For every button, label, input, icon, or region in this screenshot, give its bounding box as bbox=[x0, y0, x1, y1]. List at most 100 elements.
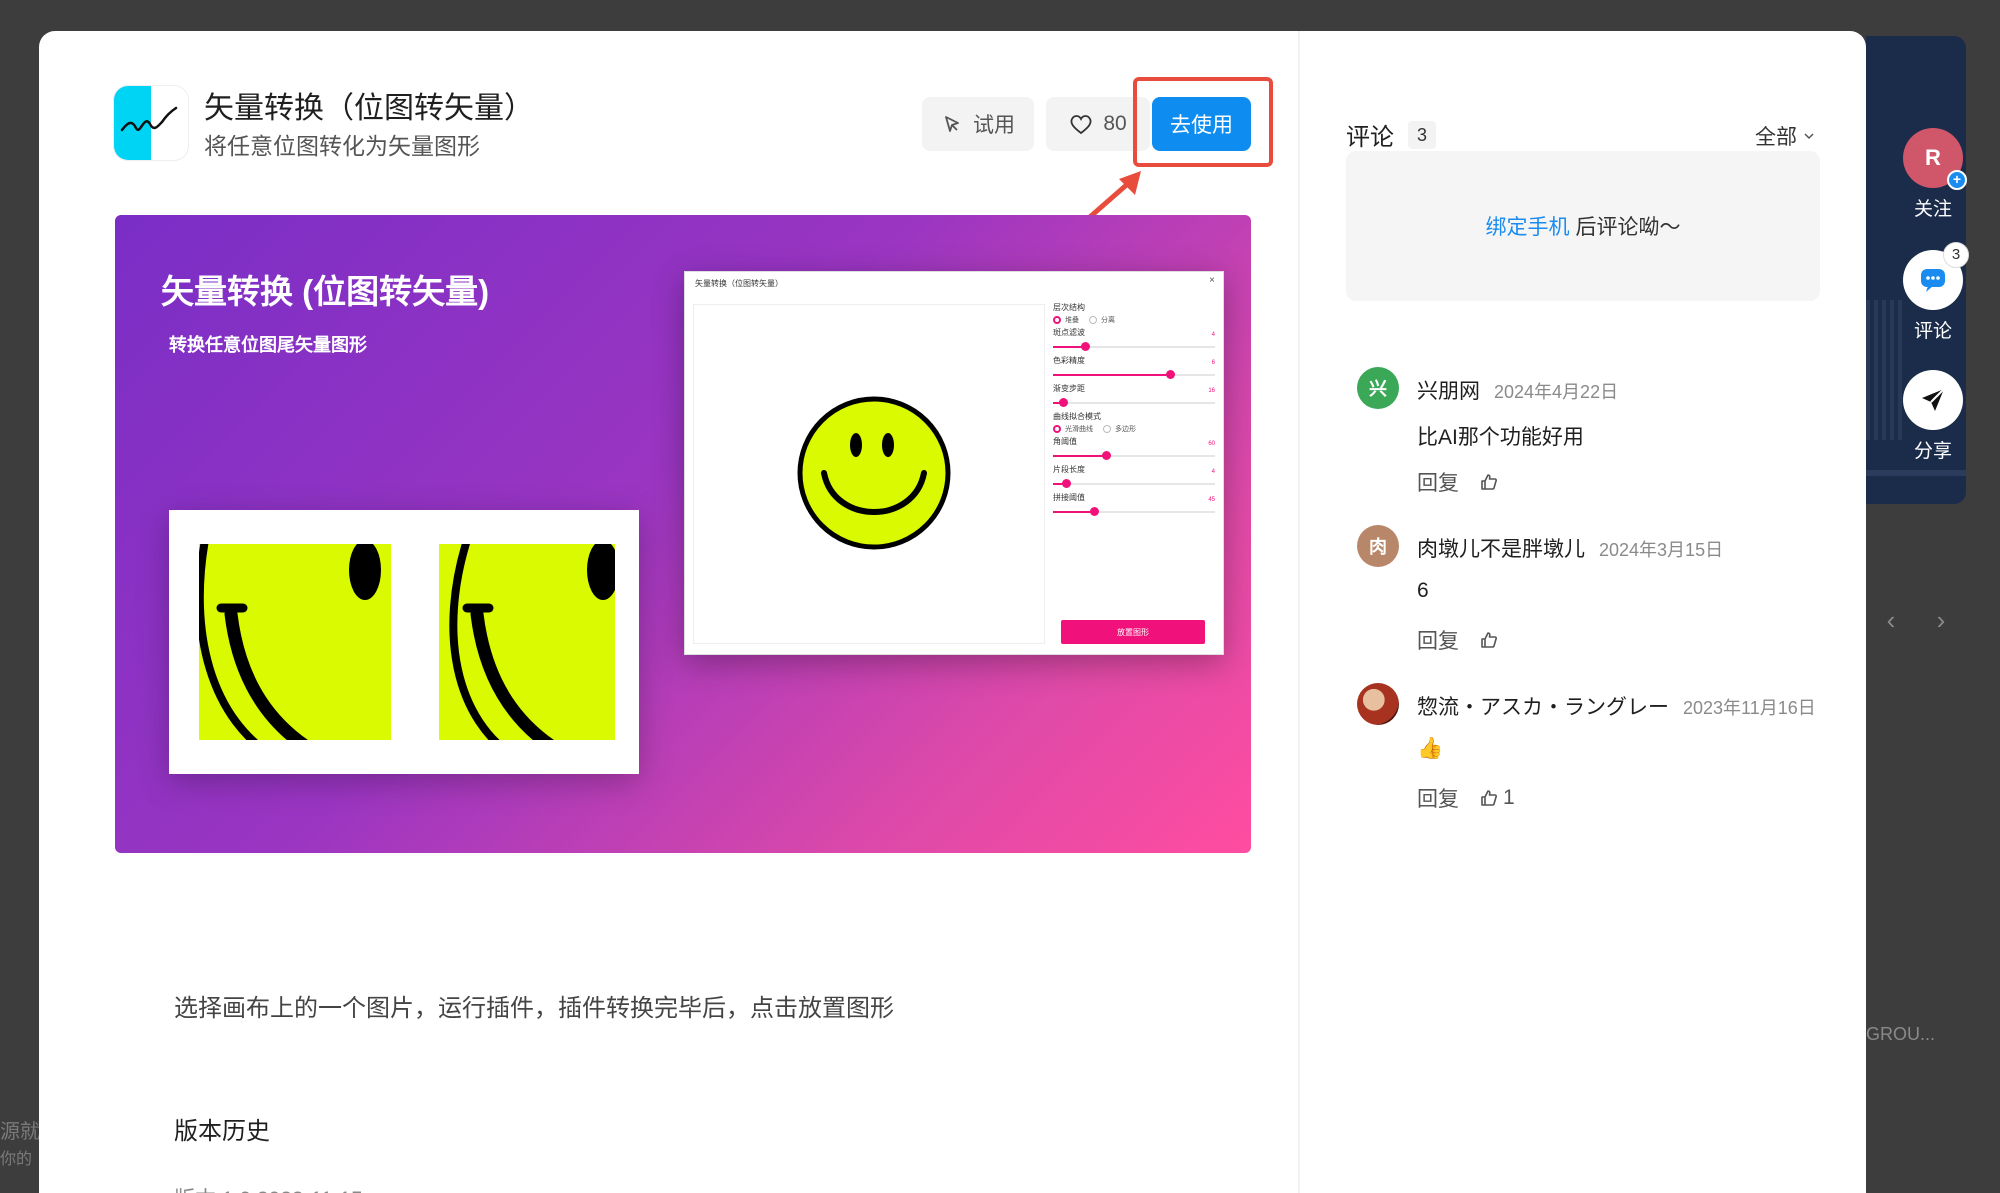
slider-value: 4 bbox=[1211, 332, 1215, 338]
chevron-right-icon: › bbox=[1936, 604, 1946, 635]
comment-actions: 回复 bbox=[1417, 625, 1503, 655]
comments-filter-dropdown[interactable]: 全部 bbox=[1755, 121, 1815, 151]
slider-label: 色彩精度 bbox=[1053, 356, 1085, 365]
banner-subtitle: 转换任意位图尾矢量图形 bbox=[169, 335, 367, 355]
reply-button[interactable]: 回复 bbox=[1417, 783, 1459, 813]
slider: 4 bbox=[1053, 332, 1215, 355]
slider-value: 45 bbox=[1208, 497, 1215, 503]
banner-title: 矢量转换 (位图转矢量) bbox=[161, 273, 490, 310]
comment-label: 评论 bbox=[1913, 321, 1952, 342]
radio-dot-icon bbox=[1089, 316, 1097, 324]
radio-dot-icon bbox=[1053, 316, 1061, 324]
chevron-left-icon: ‹ bbox=[1886, 604, 1896, 635]
annotation-highlight-box bbox=[1133, 77, 1273, 167]
radio-dot-icon bbox=[1103, 425, 1111, 433]
comments-header: 评论 3 bbox=[1346, 117, 1436, 152]
follow-author[interactable]: R + 关注 bbox=[1903, 128, 1967, 221]
share-button[interactable]: 分享 bbox=[1903, 370, 1963, 463]
column-divider bbox=[1298, 31, 1300, 1193]
cursor-click-icon bbox=[945, 116, 959, 132]
slider-knob bbox=[1102, 451, 1112, 460]
comment-count-badge: 3 bbox=[1943, 242, 1969, 268]
slider-value: 6 bbox=[1211, 360, 1215, 366]
background-card-title: GROU... bbox=[1866, 1024, 1936, 1044]
slider: 6 bbox=[1053, 360, 1215, 383]
slider-knob bbox=[1165, 370, 1175, 379]
reply-button[interactable]: 回复 bbox=[1417, 467, 1459, 497]
slider-value: 60 bbox=[1208, 441, 1215, 447]
radio-option: 多边形 bbox=[1103, 424, 1136, 434]
like-count: 80 bbox=[1103, 112, 1127, 135]
plugin-window-screenshot: 矢量转换（位图转矢量） × 层次结构 堆叠 分离 斑点滤波 4 色彩精度 6 渐变步距 16 曲线… bbox=[684, 271, 1224, 655]
comment-actions: 回复 1 bbox=[1417, 783, 1515, 813]
slider-label: 拼接阈值 bbox=[1053, 493, 1085, 502]
plus-icon: + bbox=[1947, 170, 1967, 190]
like-count: 1 bbox=[1503, 786, 1515, 809]
follow-label: 关注 bbox=[1913, 199, 1952, 220]
version-history-item: 版本 1.0 2023-11-15 bbox=[174, 1183, 363, 1193]
control-label: 曲线拟合模式 bbox=[1053, 412, 1101, 421]
avatar[interactable]: 肉 bbox=[1357, 525, 1399, 567]
background-carousel-arrows: ‹ › bbox=[1866, 600, 1966, 640]
slider-knob bbox=[1081, 342, 1091, 351]
radio-option: 光滑曲线 bbox=[1053, 424, 1093, 434]
slider-label: 角阈值 bbox=[1053, 437, 1077, 446]
slider: 16 bbox=[1053, 388, 1215, 411]
comments-count-badge: 3 bbox=[1408, 120, 1436, 149]
comment-like-button[interactable]: 1 bbox=[1479, 786, 1515, 810]
smiley-face-image bbox=[797, 396, 951, 550]
bind-phone-suffix: 后评论呦～ bbox=[1575, 216, 1681, 239]
comment-like-button[interactable] bbox=[1479, 472, 1503, 492]
avatar[interactable]: R + bbox=[1903, 128, 1967, 190]
comment-author[interactable]: 惣流・アスカ・ラングレー 2023年11月16日 bbox=[1417, 691, 1816, 721]
slider: 45 bbox=[1053, 497, 1215, 520]
avatar[interactable] bbox=[1357, 683, 1399, 725]
chat-bubble-icon bbox=[1921, 269, 1945, 292]
try-label: 试用 bbox=[973, 114, 1015, 137]
plugin-detail-modal: 矢量转换（位图转矢量） 将任意位图转化为矢量图形 试用 80 去使用 矢量转换 … bbox=[39, 31, 1866, 1193]
plugin-preview-banner: 矢量转换 (位图转矢量) 转换任意位图尾矢量图形 矢量转换（位图转矢量） × 层… bbox=[115, 215, 1251, 853]
reply-button[interactable]: 回复 bbox=[1417, 625, 1459, 655]
comment-text: 👍 bbox=[1417, 737, 1444, 760]
version-history-title: 版本历史 bbox=[174, 1118, 270, 1145]
radio-option: 堆叠 bbox=[1053, 315, 1079, 325]
slider-label: 斑点滤波 bbox=[1053, 328, 1085, 337]
comment-date: 2024年3月15日 bbox=[1599, 540, 1724, 560]
background-left-text: 源就 你的 bbox=[0, 1121, 40, 1168]
comment-text: 比AI那个功能好用 bbox=[1417, 426, 1584, 449]
thumbs-up-icon bbox=[1481, 790, 1497, 806]
slider-value: 4 bbox=[1211, 469, 1215, 475]
plugin-subtitle: 将任意位图转化为矢量图形 bbox=[204, 133, 480, 159]
before-after-panel bbox=[169, 510, 639, 774]
background-scrollbar bbox=[1866, 470, 1966, 476]
comment-actions: 回复 bbox=[1417, 467, 1503, 497]
radio-group: 堆叠 分离 bbox=[1053, 313, 1215, 327]
plugin-logo bbox=[114, 86, 188, 160]
plugin-title: 矢量转换（位图转矢量） bbox=[204, 92, 534, 125]
slider-knob bbox=[1058, 398, 1068, 407]
comment-author[interactable]: 肉墩儿不是胖墩儿 2024年3月15日 bbox=[1417, 533, 1723, 563]
avatar[interactable]: 兴 bbox=[1357, 367, 1399, 409]
comment-shortcut[interactable]: 3 评论 bbox=[1903, 242, 1969, 343]
share-label: 分享 bbox=[1913, 441, 1952, 462]
send-icon bbox=[1922, 388, 1945, 411]
thumbs-up-icon bbox=[1481, 632, 1497, 648]
chevron-down-icon bbox=[1804, 133, 1814, 140]
close-icon: × bbox=[1209, 275, 1215, 286]
window-controls: 层次结构 堆叠 分离 斑点滤波 4 色彩精度 6 渐变步距 16 曲线拟合模式 光滑曲线 多边形角阈值… bbox=[1053, 302, 1215, 520]
slider-label: 渐变步距 bbox=[1053, 384, 1085, 393]
place-shape-button: 放置图形 bbox=[1061, 620, 1205, 644]
comment-like-button[interactable] bbox=[1479, 630, 1503, 650]
background-qr-code bbox=[1866, 300, 1906, 440]
plugin-description: 选择画布上的一个图片，运行插件，插件转换完毕后，点击放置图形 bbox=[174, 995, 894, 1022]
try-button[interactable]: 试用 bbox=[922, 97, 1034, 151]
bind-phone-link[interactable]: 绑定手机 bbox=[1486, 211, 1570, 241]
comment-author[interactable]: 兴朋网 2024年4月22日 bbox=[1417, 375, 1618, 405]
slider-label: 片段长度 bbox=[1053, 465, 1085, 474]
control-label: 层次结构 bbox=[1053, 303, 1085, 312]
slider: 60 bbox=[1053, 441, 1215, 464]
signature-icon bbox=[120, 106, 178, 132]
radio-dot-icon bbox=[1053, 425, 1061, 433]
heart-icon bbox=[1070, 115, 1092, 135]
slider-knob bbox=[1061, 479, 1071, 488]
